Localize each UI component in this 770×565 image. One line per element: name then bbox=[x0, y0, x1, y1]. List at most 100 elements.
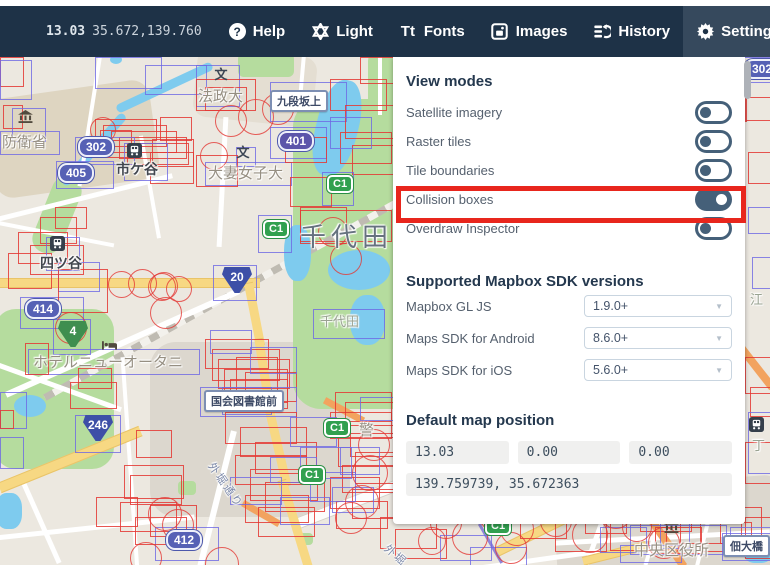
collision-boxes-label: Collision boxes bbox=[406, 192, 494, 207]
mapbox-gl-js-label: Mapbox GL JS bbox=[406, 298, 492, 314]
row-raster-tiles: Raster tiles bbox=[406, 127, 732, 156]
help-button[interactable]: ? Help bbox=[216, 6, 299, 57]
collision-box bbox=[290, 177, 332, 207]
road bbox=[19, 477, 62, 565]
images-button[interactable]: Images bbox=[478, 6, 581, 57]
help-icon: ? bbox=[228, 23, 246, 40]
hotel-icon bbox=[102, 337, 117, 355]
collision-box bbox=[70, 382, 117, 409]
section-title-default-map-position: Default map position bbox=[406, 412, 555, 429]
maps-sdk-android-select[interactable]: 8.6.0+ ▼ bbox=[584, 327, 732, 349]
tile-boundaries-toggle[interactable] bbox=[695, 159, 732, 182]
row-overdraw-inspector: Overdraw Inspector bbox=[406, 214, 732, 243]
map-label: 丁 bbox=[752, 438, 766, 453]
station-icon bbox=[50, 236, 65, 256]
water-area bbox=[0, 493, 22, 529]
map-label: 大妻女子大 bbox=[208, 165, 284, 182]
section-title-view-modes: View modes bbox=[406, 73, 493, 90]
route-shield: C1 bbox=[263, 220, 290, 238]
row-maps-sdk-android: Maps SDK for Android 8.6.0+ ▼ bbox=[406, 322, 732, 354]
collision-circle bbox=[335, 502, 367, 534]
history-button[interactable]: History bbox=[580, 6, 683, 57]
help-label: Help bbox=[252, 23, 286, 40]
pitch-field[interactable]: 0.00 bbox=[629, 441, 733, 464]
route-shield: 302 bbox=[78, 137, 115, 157]
road-label-box: 九段坂上 bbox=[270, 90, 328, 112]
collision-box bbox=[210, 330, 252, 354]
debug-toolbar: 13.03 35.672,139.760 ? Help Light Tt Fon… bbox=[0, 6, 770, 57]
collision-box bbox=[0, 410, 14, 429]
images-label: Images bbox=[515, 23, 568, 40]
route-shield: 401 bbox=[278, 131, 315, 151]
settings-label: Settings bbox=[721, 23, 770, 40]
settings-gear-icon bbox=[696, 23, 714, 41]
collision-box bbox=[96, 497, 138, 527]
section-title-sdk-versions: Supported Mapbox SDK versions bbox=[406, 273, 644, 290]
collision-box bbox=[136, 430, 172, 458]
route-shield: C1 bbox=[327, 175, 354, 193]
collision-box bbox=[748, 152, 770, 184]
satellite-imagery-toggle[interactable] bbox=[695, 101, 732, 124]
overdraw-inspector-toggle[interactable] bbox=[695, 217, 732, 240]
station-icon bbox=[127, 143, 142, 163]
school-icon: 文 bbox=[236, 145, 250, 164]
collision-box bbox=[752, 257, 770, 289]
chevron-down-icon: ▼ bbox=[715, 365, 723, 375]
lng-lat-field[interactable]: 139.759739, 35.672363 bbox=[406, 473, 732, 496]
route-shield: C1 bbox=[324, 419, 351, 437]
collision-box bbox=[58, 269, 108, 313]
collision-circle bbox=[418, 527, 446, 555]
row-maps-sdk-ios: Maps SDK for iOS 5.6.0+ ▼ bbox=[406, 354, 732, 386]
svg-text:文: 文 bbox=[214, 67, 228, 81]
panel-scrollbar-thumb[interactable] bbox=[744, 61, 751, 99]
collision-box bbox=[330, 117, 372, 149]
maps-sdk-ios-select[interactable]: 5.6.0+ ▼ bbox=[584, 359, 732, 381]
map-label: 千代田 bbox=[320, 314, 360, 329]
park-area bbox=[238, 57, 294, 77]
collision-box bbox=[250, 347, 297, 374]
zoom-level: 13.03 bbox=[46, 24, 86, 39]
bearing-field[interactable]: 0.00 bbox=[517, 441, 621, 464]
map-label: 江 bbox=[750, 292, 764, 307]
fonts-button[interactable]: Tt Fonts bbox=[386, 6, 478, 57]
settings-panel: View modes Satellite imagery Raster tile… bbox=[393, 57, 746, 524]
fonts-icon: Tt bbox=[400, 23, 415, 40]
map-label: 中央区役所 bbox=[634, 542, 710, 559]
maps-sdk-ios-label: Maps SDK for iOS bbox=[406, 362, 513, 378]
route-shield: C1 bbox=[299, 466, 326, 484]
row-satellite-imagery: Satellite imagery bbox=[406, 98, 732, 127]
collision-circle bbox=[150, 297, 182, 329]
light-button[interactable]: Light bbox=[298, 6, 386, 57]
map-label: 警 bbox=[359, 422, 375, 439]
raster-tiles-toggle[interactable] bbox=[695, 130, 732, 153]
collision-box bbox=[0, 60, 32, 100]
fonts-label: Fonts bbox=[423, 23, 465, 40]
map-label: 千代田 bbox=[300, 222, 394, 252]
settings-button[interactable]: Settings bbox=[683, 6, 770, 57]
collision-boxes-toggle[interactable] bbox=[695, 188, 732, 211]
collision-box bbox=[55, 207, 87, 229]
chevron-down-icon: ▼ bbox=[715, 301, 723, 311]
collision-circle bbox=[495, 532, 527, 564]
light-icon bbox=[311, 23, 329, 41]
collision-box bbox=[745, 97, 770, 121]
tile-boundaries-label: Tile boundaries bbox=[406, 163, 495, 178]
map-label: 防衛省 bbox=[2, 134, 48, 151]
chevron-down-icon: ▼ bbox=[715, 333, 723, 343]
mapbox-gl-js-value: 1.9.0+ bbox=[593, 299, 629, 313]
raster-tiles-label: Raster tiles bbox=[406, 134, 472, 149]
history-label: History bbox=[618, 23, 671, 40]
station-icon bbox=[749, 417, 764, 437]
zoom-field[interactable]: 13.03 bbox=[406, 441, 509, 464]
route-shield: 412 bbox=[166, 530, 203, 550]
route-shield: 405 bbox=[58, 163, 95, 183]
overdraw-inspector-label: Overdraw Inspector bbox=[406, 221, 520, 236]
map-coordinates-readout: 13.03 35.672,139.760 bbox=[46, 24, 202, 39]
mapbox-gl-js-select[interactable]: 1.9.0+ ▼ bbox=[584, 295, 732, 317]
toolbar-menu: ? Help Light Tt Fonts Images History Set… bbox=[216, 6, 770, 57]
maps-sdk-ios-value: 5.6.0+ bbox=[593, 363, 629, 377]
road-label-box: 国会図書館前 bbox=[204, 390, 284, 412]
svg-text:文: 文 bbox=[236, 145, 250, 159]
collision-circle bbox=[452, 519, 488, 555]
map-label: 四ツ谷 bbox=[40, 255, 82, 271]
